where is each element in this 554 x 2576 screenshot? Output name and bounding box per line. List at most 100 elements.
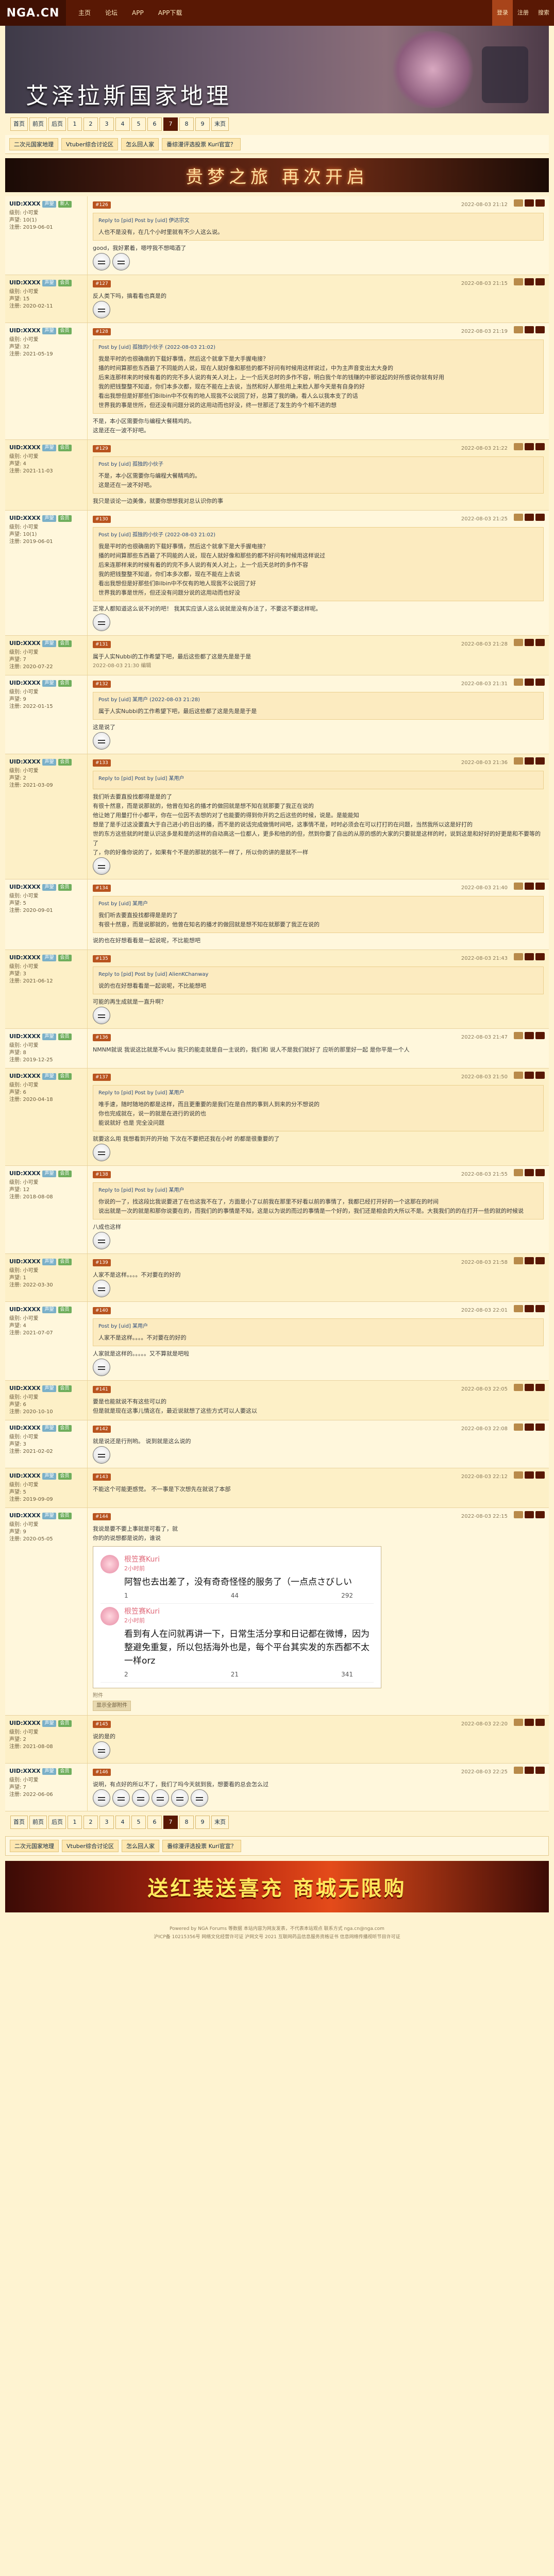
more-icon[interactable] <box>535 639 545 646</box>
site-logo[interactable]: NGA.CN <box>0 0 66 26</box>
username[interactable]: UID:XXXX 声望 会员 <box>9 279 83 286</box>
quote-icon[interactable] <box>525 953 534 960</box>
page-button[interactable]: 3 <box>99 1816 114 1829</box>
nav-item[interactable]: APP <box>125 0 151 26</box>
more-icon[interactable] <box>535 883 545 890</box>
reply-icon[interactable] <box>514 1169 523 1176</box>
reply-icon[interactable] <box>514 326 523 333</box>
user-id[interactable]: UID:XXXX <box>9 1306 40 1313</box>
username[interactable]: UID:XXXX 声望 会员 <box>9 1258 83 1265</box>
floor-number[interactable]: #144 <box>93 1513 111 1520</box>
quote-icon[interactable] <box>525 1719 534 1726</box>
username[interactable]: UID:XXXX 声望 会员 <box>9 640 83 647</box>
more-icon[interactable] <box>535 278 545 285</box>
login-button[interactable]: 登录 <box>492 0 513 26</box>
username[interactable]: UID:XXXX 声望 会员 <box>9 1385 83 1392</box>
quote-icon[interactable] <box>525 1072 534 1079</box>
more-icon[interactable] <box>535 953 545 960</box>
user-id[interactable]: UID:XXXX <box>9 680 40 687</box>
reply-icon[interactable] <box>514 1257 523 1264</box>
subnav-link[interactable]: 番综漫评选投票 Kuri官宣？ <box>162 138 241 150</box>
page-button[interactable]: 前页 <box>29 117 47 131</box>
quote-icon[interactable] <box>525 639 534 646</box>
quote-icon[interactable] <box>525 443 534 450</box>
reply-icon[interactable] <box>514 1032 523 1039</box>
quote-icon[interactable] <box>525 278 534 285</box>
floor-number[interactable]: #134 <box>93 885 111 892</box>
quote-header[interactable]: Reply to [pid] Post by [uid] 伊达宗文 <box>98 216 538 226</box>
more-icon[interactable] <box>535 443 545 450</box>
nav-item[interactable]: APP下载 <box>151 0 190 26</box>
quote-icon[interactable] <box>525 199 534 207</box>
user-id[interactable]: UID:XXXX <box>9 1472 40 1480</box>
quote-icon[interactable] <box>525 1471 534 1479</box>
reply-icon[interactable] <box>514 757 523 765</box>
user-id[interactable]: UID:XXXX <box>9 1258 40 1265</box>
more-icon[interactable] <box>535 514 545 521</box>
floor-number[interactable]: #127 <box>93 280 111 287</box>
reply-icon[interactable] <box>514 1719 523 1726</box>
subnav-link[interactable]: Vtuber综合讨论区 <box>61 138 119 150</box>
user-id[interactable]: UID:XXXX <box>9 884 40 891</box>
more-icon[interactable] <box>535 1767 545 1774</box>
quote-icon[interactable] <box>525 514 534 521</box>
reply-icon[interactable] <box>514 883 523 890</box>
subnav-link[interactable]: 二次元国家地理 <box>9 138 58 150</box>
user-id[interactable]: UID:XXXX <box>9 200 40 208</box>
page-button[interactable]: 7 <box>163 1816 178 1829</box>
ad-banner-top[interactable]: 贵梦之旅 再次开启 <box>5 158 549 192</box>
user-id[interactable]: UID:XXXX <box>9 1425 40 1432</box>
quote-icon[interactable] <box>525 679 534 686</box>
username[interactable]: UID:XXXX 声望 会员 <box>9 1768 83 1775</box>
floor-number[interactable]: #141 <box>93 1386 111 1393</box>
username[interactable]: UID:XXXX 声望 会员 <box>9 1170 83 1177</box>
more-icon[interactable] <box>535 679 545 686</box>
quote-header[interactable]: Reply to [pid] Post by [uid] AlienKChanw… <box>98 970 538 979</box>
quote-header[interactable]: Post by [uid] 孤独的小伙子 (2022-08-03 21:02) <box>98 343 538 352</box>
username[interactable]: UID:XXXX 声望 会员 <box>9 1306 83 1313</box>
quote-icon[interactable] <box>525 1257 534 1264</box>
floor-number[interactable]: #136 <box>93 1034 111 1041</box>
username[interactable]: UID:XXXX 声望 会员 <box>9 1472 83 1480</box>
subnav-link[interactable]: 番综漫评选投票 Kuri官宣？ <box>162 1840 241 1852</box>
quote-icon[interactable] <box>525 1305 534 1312</box>
page-button[interactable]: 6 <box>147 1816 162 1829</box>
reply-icon[interactable] <box>514 1072 523 1079</box>
username[interactable]: UID:XXXX 声望 会员 <box>9 884 83 891</box>
page-button[interactable]: 4 <box>115 1816 130 1829</box>
more-icon[interactable] <box>535 1072 545 1079</box>
page-button[interactable]: 7 <box>163 117 178 131</box>
user-id[interactable]: UID:XXXX <box>9 1768 40 1775</box>
page-button[interactable]: 后页 <box>48 1816 66 1829</box>
floor-number[interactable]: #126 <box>93 201 111 209</box>
user-id[interactable]: UID:XXXX <box>9 1033 40 1040</box>
page-button[interactable]: 末页 <box>211 117 229 131</box>
reply-icon[interactable] <box>514 679 523 686</box>
floor-number[interactable]: #129 <box>93 445 111 452</box>
quote-icon[interactable] <box>525 1169 534 1176</box>
quote-header[interactable]: Reply to [pid] Post by [uid] 某用户 <box>98 1089 538 1098</box>
reply-icon[interactable] <box>514 639 523 646</box>
page-button[interactable]: 2 <box>83 117 98 131</box>
search-button[interactable]: 搜索 <box>533 0 554 26</box>
quote-header[interactable]: Reply to [pid] Post by [uid] 某用户 <box>98 774 538 784</box>
username[interactable]: UID:XXXX 声望 会员 <box>9 515 83 522</box>
user-id[interactable]: UID:XXXX <box>9 640 40 647</box>
reply-icon[interactable] <box>514 1767 523 1774</box>
floor-number[interactable]: #131 <box>93 641 111 648</box>
user-id[interactable]: UID:XXXX <box>9 1385 40 1392</box>
reply-icon[interactable] <box>514 1305 523 1312</box>
username[interactable]: UID:XXXX 声望 会员 <box>9 758 83 766</box>
username[interactable]: UID:XXXX 声望 新人 <box>9 200 83 208</box>
user-id[interactable]: UID:XXXX <box>9 954 40 961</box>
user-id[interactable]: UID:XXXX <box>9 515 40 522</box>
page-button[interactable]: 2 <box>83 1816 98 1829</box>
more-icon[interactable] <box>535 1305 545 1312</box>
quote-icon[interactable] <box>525 1032 534 1039</box>
reply-icon[interactable] <box>514 443 523 450</box>
username[interactable]: UID:XXXX 声望 会员 <box>9 327 83 334</box>
floor-number[interactable]: #130 <box>93 516 111 523</box>
subnav-link[interactable]: Vtuber综合讨论区 <box>62 1840 119 1852</box>
floor-number[interactable]: #143 <box>93 1473 111 1481</box>
page-button[interactable]: 9 <box>195 117 210 131</box>
